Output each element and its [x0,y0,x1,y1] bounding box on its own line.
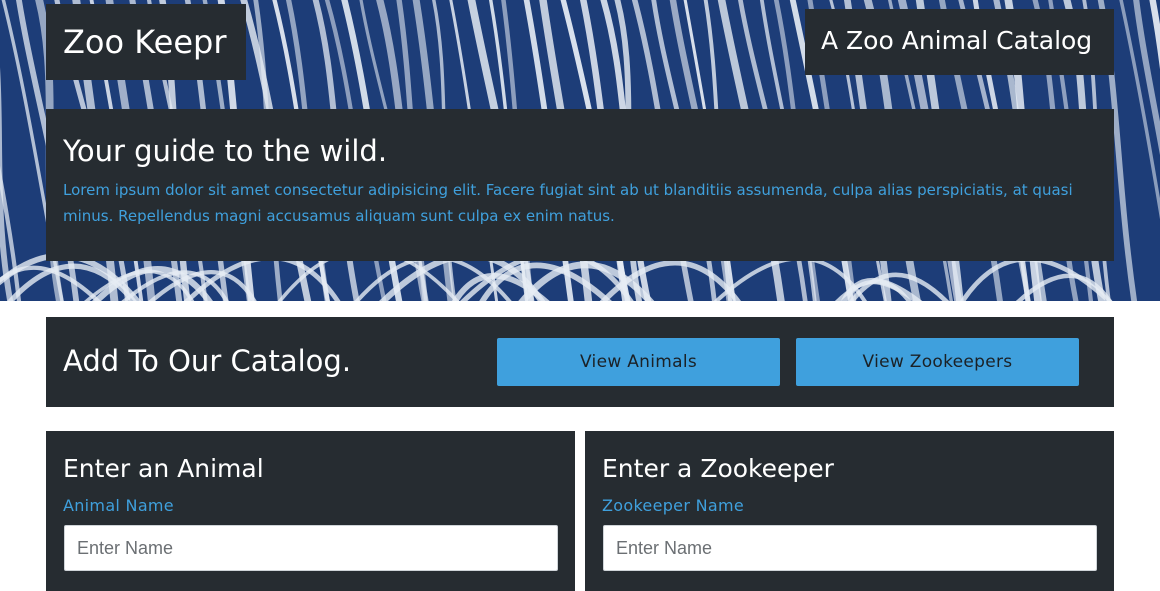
animal-form-title: Enter an Animal [63,454,264,483]
zookeeper-name-input[interactable] [603,525,1097,571]
intro-heading: Your guide to the wild. [63,134,388,168]
brand-title[interactable]: Zoo Keepr [46,4,246,80]
animal-name-label: Animal Name [63,496,174,515]
view-zookeepers-button[interactable]: View Zookeepers [796,338,1079,386]
zookeeper-form: Enter a Zookeeper Zookeeper Name [585,431,1114,591]
catalog-heading: Add To Our Catalog. [63,344,352,378]
intro-panel: Your guide to the wild. Lorem ipsum dolo… [46,109,1114,261]
zookeeper-name-label: Zookeeper Name [602,496,744,515]
site-tagline: A Zoo Animal Catalog [805,9,1114,75]
animal-name-input[interactable] [64,525,558,571]
catalog-bar: Add To Our Catalog. View Animals View Zo… [46,317,1114,407]
hero-banner: Zoo Keepr A Zoo Animal Catalog Your guid… [0,0,1160,301]
intro-text: Lorem ipsum dolor sit amet consectetur a… [63,181,1073,225]
zookeeper-form-title: Enter a Zookeeper [602,454,834,483]
view-animals-button[interactable]: View Animals [497,338,780,386]
animal-form: Enter an Animal Animal Name [46,431,575,591]
